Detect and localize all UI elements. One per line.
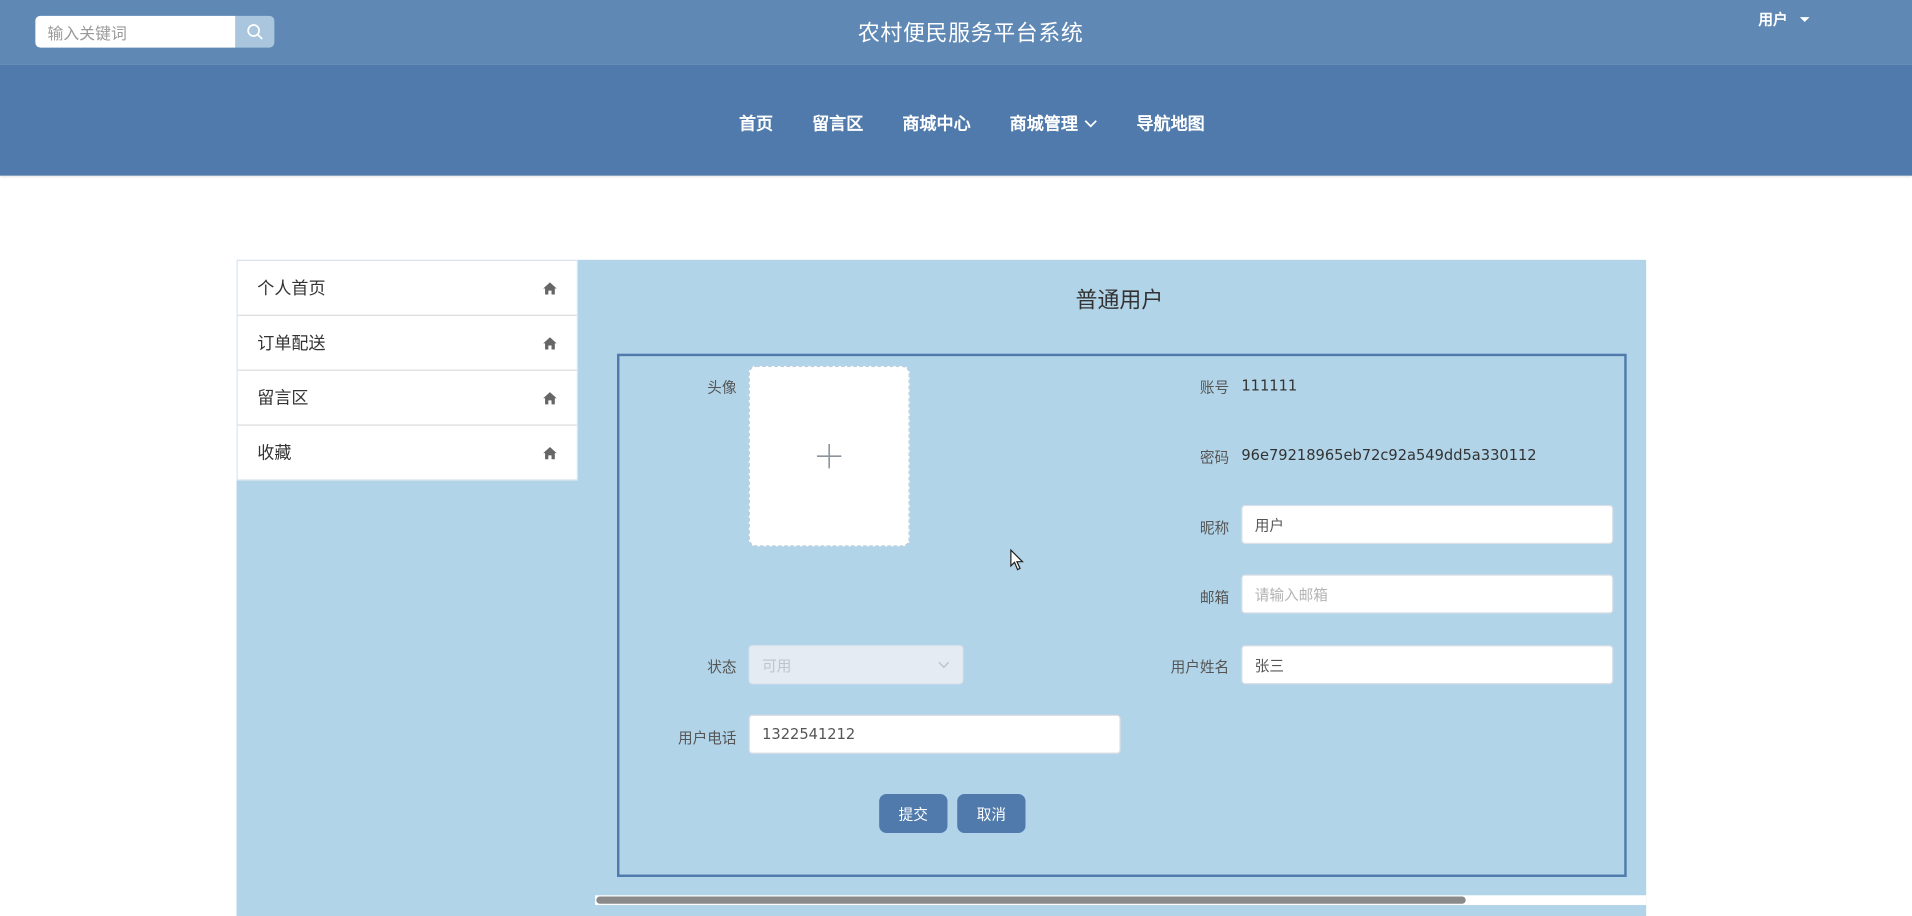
sidebar-item-profile[interactable]: 个人首页 [237, 261, 577, 316]
status-select-value: 可用 [762, 656, 792, 674]
chevron-down-icon [1084, 119, 1097, 127]
email-label: 邮箱 [1199, 589, 1230, 607]
sidebar-item-label: 收藏 [257, 443, 292, 464]
plus-icon [816, 443, 842, 469]
realname-label: 用户姓名 [1170, 658, 1230, 676]
nav-item-mall-center[interactable]: 商城中心 [902, 111, 970, 135]
status-select[interactable]: 可用 [748, 645, 964, 685]
nickname-label: 昵称 [1199, 519, 1230, 537]
realname-input[interactable]: 张三 [1241, 645, 1614, 685]
horizontal-scrollbar-thumb[interactable] [596, 896, 1466, 904]
sidebar-item-label: 留言区 [257, 389, 309, 409]
password-label: 密码 [1199, 448, 1230, 466]
sidebar-item-label: 订单配送 [257, 334, 326, 354]
phone-label: 用户电话 [677, 729, 737, 747]
account-label: 账号 [1199, 379, 1230, 397]
nav-item-label: 商城管理 [1009, 114, 1078, 135]
nav-item-label: 商城中心 [902, 114, 971, 135]
site-title: 农村便民服务平台系统 [857, 20, 1084, 47]
account-value: 111111 [1241, 376, 1298, 394]
nav-item-label: 导航地图 [1136, 114, 1205, 135]
nav-item-label: 首页 [738, 114, 774, 135]
chevron-down-icon [938, 661, 950, 669]
nav-item-map[interactable]: 导航地图 [1136, 111, 1204, 135]
home-icon [543, 281, 557, 294]
sidebar-item-favorites[interactable]: 收藏 [238, 426, 577, 480]
nickname-input[interactable]: 用户 [1241, 504, 1614, 544]
phone-input[interactable]: 1322541212 [748, 714, 1121, 754]
cancel-button[interactable]: 取消 [957, 794, 1026, 834]
caret-down-icon [1799, 16, 1810, 22]
sidebar-menu: 个人首页 订单配送 留言区 收藏 [236, 259, 578, 481]
sidebar-item-messages[interactable]: 留言区 [237, 371, 577, 426]
page-title: 普通用户 [1075, 287, 1164, 314]
user-menu[interactable]: 用户 [1758, 9, 1810, 30]
nav-item-mall-management[interactable]: 商城管理 [1010, 111, 1098, 135]
sidebar-item-order-delivery[interactable]: 订单配送 [237, 316, 577, 371]
top-bar: 输入关键词 农村便民服务平台系统 用户 [0, 0, 1912, 65]
home-icon [543, 391, 557, 404]
nav-item-label: 留言区 [812, 114, 864, 135]
home-icon [543, 446, 557, 459]
submit-button[interactable]: 提交 [879, 794, 948, 834]
mouse-cursor-icon [1010, 548, 1024, 571]
sidebar-item-label: 个人首页 [257, 279, 326, 299]
password-value: 96e79218965eb72c92a549dd5a330112 [1241, 446, 1537, 464]
home-icon [543, 336, 557, 349]
email-input[interactable]: 请输入邮箱 [1241, 574, 1614, 614]
nav-item-home[interactable]: 首页 [739, 111, 773, 135]
avatar-label: 头像 [707, 379, 737, 397]
status-label: 状态 [707, 658, 737, 676]
avatar-upload[interactable] [748, 365, 910, 547]
user-menu-label: 用户 [1758, 10, 1788, 29]
nav-item-messages[interactable]: 留言区 [812, 111, 863, 135]
main-nav: 首页 留言区 商城中心 商城管理 导航地图 [0, 64, 1912, 176]
